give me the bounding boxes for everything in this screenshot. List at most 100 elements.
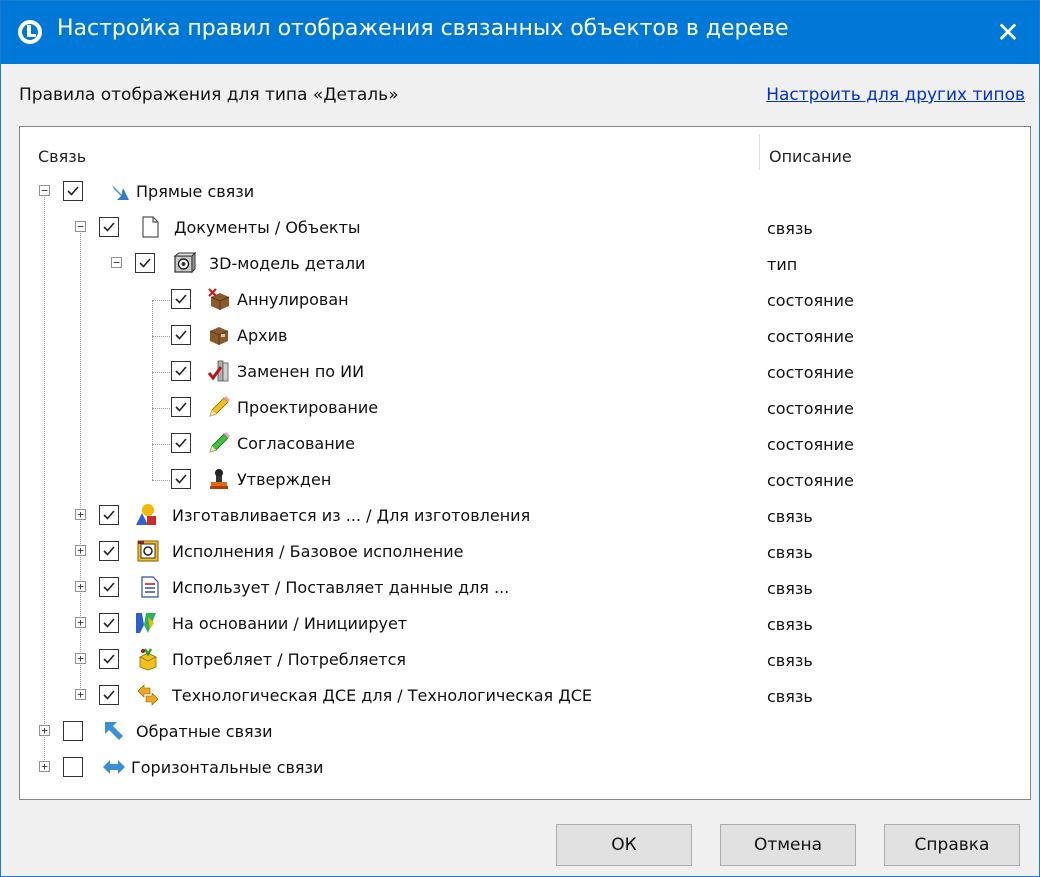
tree-row[interactable]: Аннулирован состояние [20,282,1030,318]
check-icon [103,618,115,628]
box-cancelled-icon [208,288,230,310]
expand-toggle[interactable]: + [75,689,86,700]
tree-row[interactable]: + Исполнения / Базовое исполнение связь [20,534,1030,570]
tree-row[interactable]: Утвержден состояние [20,462,1030,498]
row-checkbox[interactable] [99,685,119,705]
cancel-button[interactable]: Отмена [720,824,856,866]
dialog-window: Настройка правил отображения связанных о… [0,0,1040,877]
check-icon [175,330,187,340]
tree-row[interactable]: − Прямые связи [20,174,1030,210]
row-checkbox[interactable] [99,505,119,525]
expand-toggle[interactable]: + [39,761,50,772]
close-button[interactable]: ✕ [977,1,1039,64]
expand-toggle[interactable]: + [75,581,86,592]
tree-row[interactable]: − Документы / Объекты связь [20,210,1030,246]
tree-header: Связь Описание [20,127,1030,177]
row-checkbox[interactable] [171,469,191,489]
tree-row[interactable]: + Технологическая ДСЕ для / Технологичес… [20,678,1030,714]
tree-row[interactable]: + Потребляет / Потребляется связь [20,642,1030,678]
app-logo-icon [18,20,42,44]
row-label: Документы / Объекты [174,218,361,237]
help-button[interactable]: Справка [884,824,1020,866]
row-description: связь [767,219,813,238]
variant-icon [137,540,159,562]
row-description: состояние [767,399,854,418]
row-checkbox[interactable] [63,757,83,777]
tree-row[interactable]: + Горизонтальные связи [20,750,1030,786]
arrow-horizontal-icon [103,760,125,774]
tree-row[interactable]: Проектирование состояние [20,390,1030,426]
row-checkbox[interactable] [99,649,119,669]
row-description: связь [767,579,813,598]
document-icon [142,216,159,238]
row-checkbox[interactable] [63,721,83,741]
tree-row[interactable]: + Обратные связи [20,714,1030,750]
tree-row[interactable]: − 3D-модель детали тип [20,246,1030,282]
row-description: тип [767,255,798,274]
expand-toggle[interactable]: + [75,545,86,556]
row-label: Горизонтальные связи [131,758,324,777]
ok-button[interactable]: ОК [556,824,692,866]
expand-toggle[interactable]: + [75,653,86,664]
row-checkbox[interactable] [171,433,191,453]
collapse-toggle[interactable]: − [75,221,86,232]
column-header-description[interactable]: Описание [769,147,852,166]
tree-row[interactable]: Архив состояние [20,318,1030,354]
relations-tree[interactable]: Связь Описание − Прямые связи − Документ… [19,126,1031,800]
tree-row[interactable]: + Использует / Поставляет данные для ...… [20,570,1030,606]
check-icon [103,546,115,556]
expand-toggle[interactable]: + [39,725,50,736]
row-description: связь [767,615,813,634]
box-archive-icon [209,327,229,345]
row-checkbox[interactable] [135,253,155,273]
column-header-relation[interactable]: Связь [38,147,86,166]
row-checkbox[interactable] [171,289,191,309]
check-icon [175,402,187,412]
tree-row[interactable]: + На основании / Инициирует связь [20,606,1030,642]
check-icon [67,186,79,196]
row-checkbox[interactable] [99,613,119,633]
row-description: состояние [767,435,854,454]
row-label: Потребляет / Потребляется [172,650,407,669]
row-description: состояние [767,327,854,346]
row-checkbox[interactable] [99,577,119,597]
check-icon [103,510,115,520]
shapes-icon [136,504,156,525]
row-checkbox[interactable] [99,541,119,561]
row-label: Исполнения / Базовое исполнение [172,542,464,561]
pencil-yellow-icon [209,396,230,417]
row-label: 3D-модель детали [209,254,366,273]
row-label: Обратные связи [136,722,273,741]
row-checkbox[interactable] [171,397,191,417]
title-bar[interactable]: Настройка правил отображения связанных о… [1,1,1039,64]
collapse-toggle[interactable]: − [39,185,50,196]
tree-row[interactable]: Согласование состояние [20,426,1030,462]
collapse-toggle[interactable]: − [111,257,122,268]
tech-arrows-icon [137,684,159,706]
row-description: связь [767,651,813,670]
stamp-icon [210,469,228,489]
expand-toggle[interactable]: + [75,617,86,628]
row-label: На основании / Инициирует [172,614,408,633]
row-label: Технологическая ДСЕ для / Технологическа… [172,686,592,705]
column-separator[interactable] [759,134,760,170]
row-description: связь [767,543,813,562]
tree-row[interactable]: + Изготавливается из ... / Для изготовле… [20,498,1030,534]
tree-row[interactable]: Заменен по ИИ состояние [20,354,1030,390]
row-label: Утвержден [237,470,332,489]
configure-other-types-link[interactable]: Настроить для других типов [766,85,1025,105]
row-checkbox[interactable] [63,181,83,201]
replaced-icon [207,360,229,382]
row-label: Архив [237,326,288,345]
consume-icon [139,648,157,671]
expand-toggle[interactable]: + [75,509,86,520]
arrow-up-left-icon [105,722,123,740]
row-checkbox[interactable] [171,325,191,345]
row-label: Заменен по ИИ [237,362,365,381]
initiate-icon [136,613,156,633]
row-checkbox[interactable] [99,217,119,237]
3d-model-icon [173,251,196,274]
arrow-down-right-icon [111,184,129,200]
row-checkbox[interactable] [171,361,191,381]
window-title: Настройка правил отображения связанных о… [57,16,789,41]
